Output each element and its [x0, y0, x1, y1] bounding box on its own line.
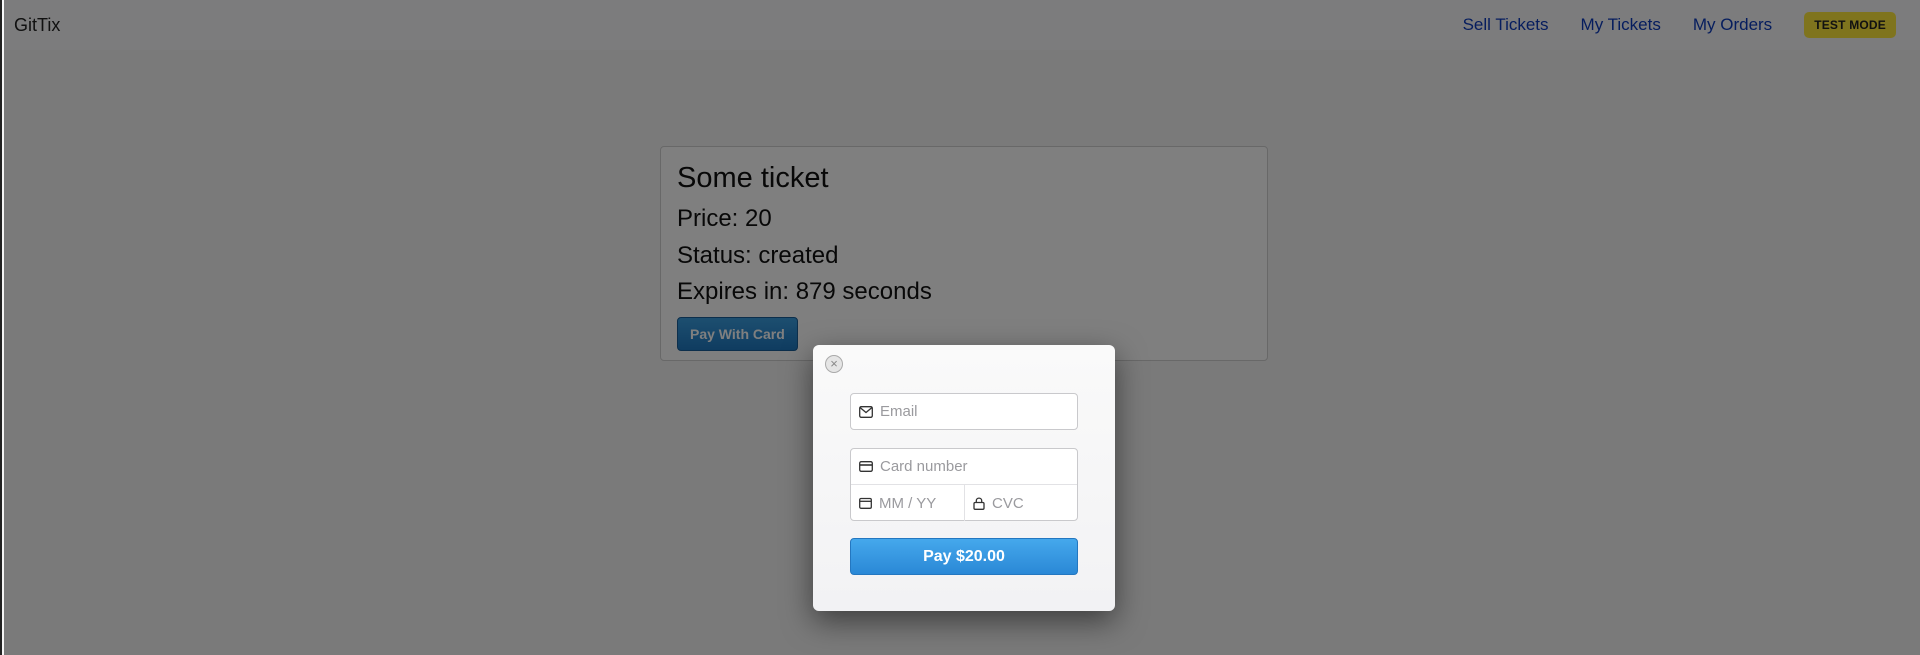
cvc-input[interactable]: [992, 494, 1077, 512]
checkout-modal: × Pay $20.00: [813, 345, 1115, 611]
email-field[interactable]: [850, 393, 1078, 430]
email-input[interactable]: [880, 403, 1077, 420]
lock-icon: [973, 496, 985, 510]
calendar-icon: [859, 496, 872, 510]
credit-card-icon: [859, 460, 873, 474]
pay-submit-button[interactable]: Pay $20.00: [850, 538, 1078, 575]
expiry-field[interactable]: [851, 485, 965, 521]
envelope-icon: [859, 405, 873, 419]
cvc-field[interactable]: [965, 485, 1077, 521]
card-number-field[interactable]: [851, 449, 1077, 485]
card-number-input[interactable]: [880, 458, 1077, 475]
card-details-group: [850, 448, 1078, 521]
close-icon[interactable]: ×: [825, 355, 843, 373]
expiry-input[interactable]: [879, 494, 964, 512]
